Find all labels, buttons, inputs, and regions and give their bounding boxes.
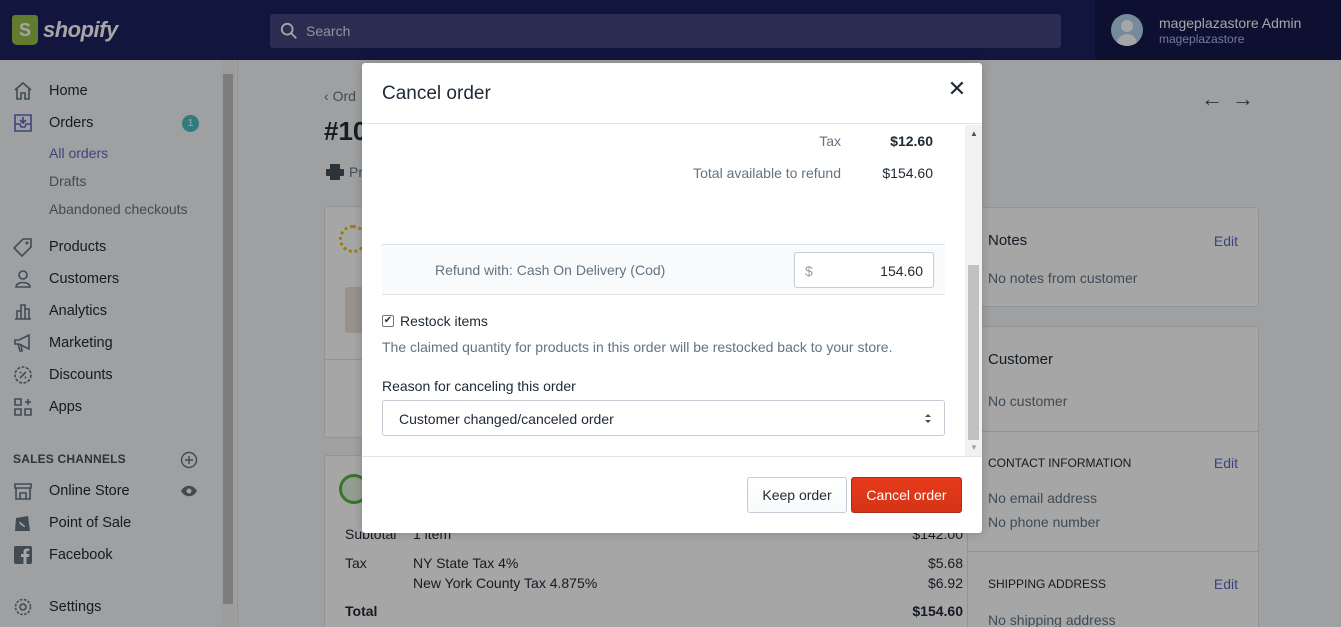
currency-prefix: $ <box>805 263 813 279</box>
restock-help-text: The claimed quantity for products in thi… <box>382 339 893 355</box>
modal-tax-value: $12.60 <box>890 133 933 149</box>
modal-tax-label: Tax <box>819 133 841 149</box>
refund-method-label: Refund with: Cash On Delivery (Cod) <box>435 262 666 278</box>
reason-select[interactable]: Customer changed/canceled order <box>382 400 945 436</box>
cancel-order-button[interactable]: Cancel order <box>851 477 962 513</box>
modal-header: Cancel order ✕ <box>362 63 982 124</box>
modal-scrollbar[interactable]: ▲ ▼ <box>965 125 982 456</box>
keep-order-button[interactable]: Keep order <box>747 477 847 513</box>
scroll-up-arrow-icon[interactable]: ▲ <box>970 129 978 138</box>
scroll-down-arrow-icon[interactable]: ▼ <box>970 443 978 452</box>
modal-title: Cancel order <box>382 83 491 104</box>
checkbox-checked-icon: ✔ <box>382 315 394 327</box>
modal-scrollbar-thumb[interactable] <box>968 265 979 440</box>
refund-method-row: Refund with: Cash On Delivery (Cod) $ 15… <box>382 244 945 295</box>
refund-amount-input[interactable]: $ 154.60 <box>794 252 934 288</box>
available-to-refund-value: $154.60 <box>882 165 933 181</box>
reason-selected-value: Customer changed/canceled order <box>399 411 614 427</box>
cancel-order-modal: Cancel order ✕ Tax $12.60 Total availabl… <box>362 63 982 533</box>
modal-body: Tax $12.60 Total available to refund $15… <box>362 125 982 456</box>
available-to-refund-label: Total available to refund <box>693 165 841 181</box>
select-arrows-icon <box>925 414 931 423</box>
refund-amount-value: 154.60 <box>880 263 923 279</box>
reason-label: Reason for canceling this order <box>382 378 576 394</box>
close-icon[interactable]: ✕ <box>946 78 968 101</box>
restock-items-checkbox[interactable]: ✔ Restock items <box>382 313 488 329</box>
restock-items-label: Restock items <box>400 313 488 329</box>
modal-footer: Keep order Cancel order <box>362 456 982 533</box>
